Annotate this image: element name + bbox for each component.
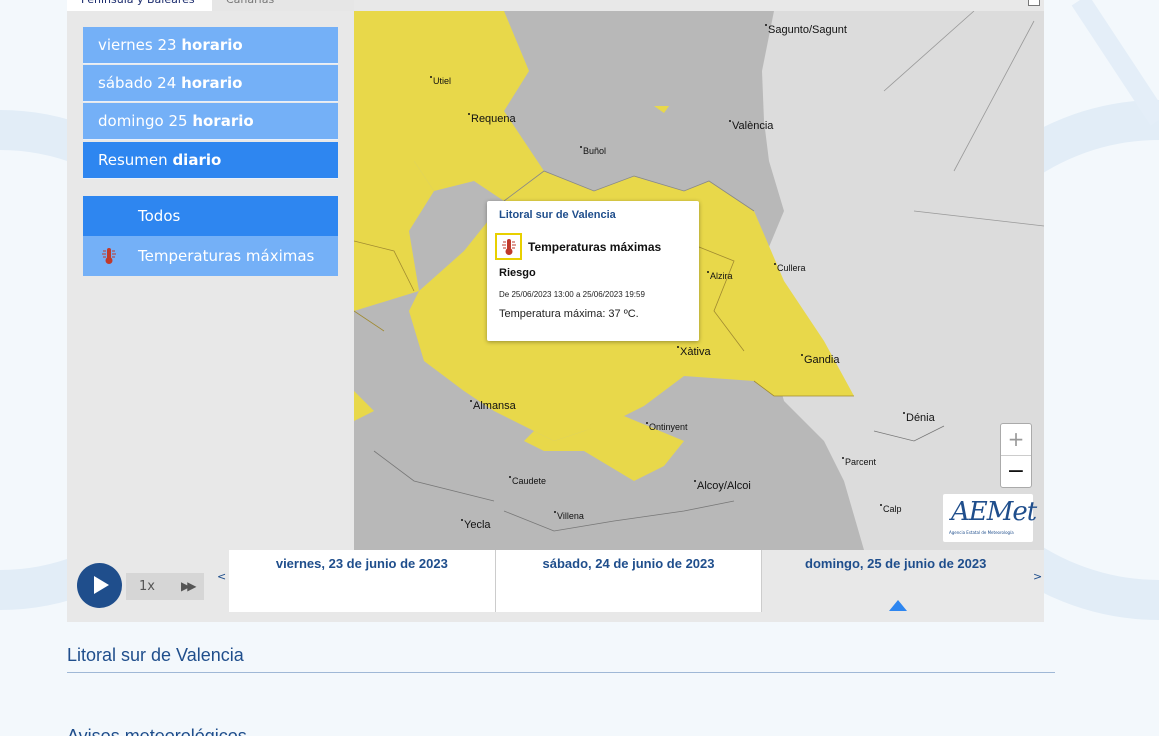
city-label: Xàtiva xyxy=(677,346,711,358)
section-title: Avisos meteorológicos xyxy=(67,726,247,736)
day-label: sábado 24 xyxy=(98,74,177,92)
city-label: Sagunto/Sagunt xyxy=(765,24,847,36)
day-button-domingo[interactable]: domingo 25 horario xyxy=(83,103,338,140)
popup-warning-row: Temperaturas máximas xyxy=(495,233,661,260)
city-label: Parcent xyxy=(841,457,877,467)
logo-subtitle: Agencia Estatal de Meteorología xyxy=(949,530,1014,535)
city-label: Gandia xyxy=(800,354,840,366)
zoom-out-button[interactable]: − xyxy=(1001,455,1031,486)
day-label-bold: horario xyxy=(181,74,243,92)
timeline-day-domingo[interactable]: domingo, 25 de junio de 2023 xyxy=(762,550,1030,612)
day-label: viernes 23 xyxy=(98,36,177,54)
city-label: Villena xyxy=(554,511,584,521)
popup-warning-label: Temperaturas máximas xyxy=(528,239,662,254)
day-label-bold: diario xyxy=(172,151,222,169)
filter-label: Temperaturas máximas xyxy=(138,247,315,265)
city-label: Alzira xyxy=(707,271,733,281)
timeline-prev-arrow[interactable]: < xyxy=(217,570,226,583)
thermometer-icon xyxy=(495,233,522,260)
tab-canarias[interactable]: Canarias xyxy=(212,0,354,11)
fullscreen-toggle[interactable] xyxy=(1028,0,1040,6)
city-label: Utiel xyxy=(429,76,452,86)
logo-text: AEMet xyxy=(951,497,1037,527)
aemet-logo: AEMet Agencia Estatal de Meteorología xyxy=(943,494,1037,542)
city-label: Calp xyxy=(880,504,902,514)
city-label: Almansa xyxy=(470,400,516,412)
city-label: València xyxy=(728,120,774,132)
warning-popup: Litoral sur de Valencia Temperaturas máx… xyxy=(487,201,699,341)
popup-detail: Temperatura máxima: 37 ºC. xyxy=(499,308,639,320)
speed-control[interactable]: 1x ▶▶ xyxy=(126,573,204,600)
timeline-day-tabs: viernes, 23 de junio de 2023 sábado, 24 … xyxy=(229,550,1030,612)
filter-temperature-button[interactable]: Temperaturas máximas xyxy=(83,236,338,276)
timeline-day-viernes[interactable]: viernes, 23 de junio de 2023 xyxy=(229,550,496,612)
zoom-in-button[interactable]: + xyxy=(1001,424,1031,455)
city-label: Caudete xyxy=(508,476,547,486)
region-tabs: Península y Baleares Canarias xyxy=(67,0,354,11)
filter-label: Todos xyxy=(138,207,181,225)
day-label: domingo 25 xyxy=(98,112,188,130)
city-label: Yecla xyxy=(461,519,491,531)
zoom-control: + − xyxy=(1000,423,1032,488)
day-button-viernes[interactable]: viernes 23 horario xyxy=(83,27,338,64)
day-label: Resumen xyxy=(98,151,168,169)
tab-peninsula[interactable]: Península y Baleares xyxy=(67,0,212,11)
zone-title: Litoral sur de Valencia xyxy=(67,645,244,665)
play-button[interactable] xyxy=(77,563,122,608)
city-label: Cullera xyxy=(774,263,806,273)
divider xyxy=(67,672,1055,673)
popup-title: Litoral sur de Valencia xyxy=(499,209,616,221)
city-label: Requena xyxy=(468,113,516,125)
city-label: Ontinyent xyxy=(646,422,688,432)
warnings-map[interactable]: Sagunto/Sagunt Utiel Requena València Bu… xyxy=(354,11,1044,550)
thermometer-icon xyxy=(102,248,116,264)
popup-level: Riesgo xyxy=(499,267,536,279)
sidebar: viernes 23 horario sábado 24 horario dom… xyxy=(67,11,354,550)
timeline-next-arrow[interactable]: > xyxy=(1033,570,1042,583)
day-button-resumen[interactable]: Resumen diario xyxy=(83,142,338,179)
day-label-bold: horario xyxy=(192,112,254,130)
fast-forward-icon[interactable]: ▶▶ xyxy=(181,573,197,600)
popup-period: De 25/06/2023 13:00 a 25/06/2023 19:59 xyxy=(499,290,645,299)
city-label: Buñol xyxy=(579,146,607,156)
timeline-day-sabado[interactable]: sábado, 24 de junio de 2023 xyxy=(495,550,763,612)
filter-all-button[interactable]: Todos xyxy=(83,196,338,236)
player-controls: 1x ▶▶ xyxy=(67,550,215,622)
map-regions xyxy=(354,11,1044,550)
speed-label: 1x xyxy=(139,579,155,594)
city-label: Alcoy/Alcoi xyxy=(694,480,751,492)
day-label-bold: horario xyxy=(181,36,243,54)
timeline: 1x ▶▶ < viernes, 23 de junio de 2023 sáb… xyxy=(67,550,1044,622)
city-label: Dénia xyxy=(903,412,935,424)
day-button-sabado[interactable]: sábado 24 horario xyxy=(83,65,338,102)
